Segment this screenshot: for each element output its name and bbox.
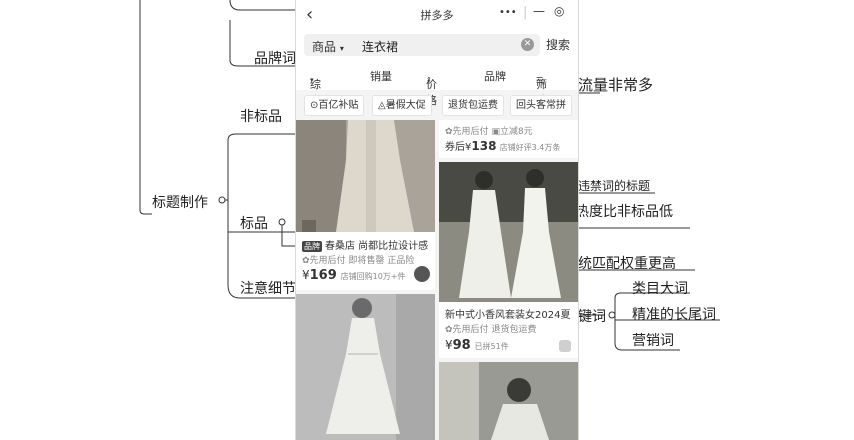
shop-avatar[interactable]: [414, 266, 430, 282]
product-title-text: 春桑店 尚都比拉设计感: [325, 241, 429, 252]
check-icon: ✿: [302, 256, 310, 266]
chip-subsidy-label: 百亿补贴: [318, 100, 359, 111]
sales-count: 已拼51件: [474, 342, 509, 351]
chip-free-return[interactable]: 退货包运费: [442, 95, 504, 116]
service-2: 退货包运费: [491, 325, 537, 335]
title-making-node: 标题制作: [152, 195, 208, 211]
product-price: ¥169 店铺回购10万+件: [302, 268, 406, 283]
service-3: 正品险: [387, 256, 415, 266]
title-bar: ‹ 拼多多 ••• | — ◎: [296, 0, 578, 30]
details-node: 注意细节: [240, 281, 296, 297]
product-title: 品牌 春桑店 尚都比拉设计感: [302, 237, 428, 252]
search-category-label: 商品: [312, 40, 337, 54]
service-1: 先用后付: [309, 256, 346, 266]
search-button[interactable]: 搜索: [546, 36, 570, 53]
filter-brand[interactable]: 品牌: [484, 68, 506, 84]
caret-down-icon: ▾: [339, 44, 344, 53]
chip-summer-sale-label: 暑假大促: [385, 100, 426, 111]
long-tail-words-node: 精准的长尾词: [632, 307, 716, 323]
product-services: ✿先用后付 ▣立减8元: [445, 124, 533, 137]
product-card-right-2[interactable]: 新中式小香风套装女2024夏 ✿先用后付 退货包运费 ¥98 已拼51件: [439, 162, 578, 358]
heat-note: 热度比非标品低: [575, 204, 673, 220]
marketing-words-node: 营销词: [632, 333, 674, 349]
caret-down-icon: ▾: [310, 76, 314, 84]
minimize-icon[interactable]: —: [533, 4, 545, 18]
search-row: 商品 ▾ 连衣裙 ✕ 搜索: [296, 30, 578, 60]
close-icon[interactable]: ◎: [554, 4, 564, 18]
service-2: 即将售罄: [348, 256, 385, 266]
product-services: ✿先用后付 退货包运费: [445, 322, 536, 335]
product-card-left-2[interactable]: [296, 294, 435, 440]
flame-icon: ◬: [378, 100, 386, 111]
check-icon: ✿: [445, 325, 453, 335]
non-standard-node: 非标品: [240, 109, 282, 125]
service-1: 先用后付: [452, 127, 489, 137]
chip-subsidy[interactable]: ⊙百亿补贴: [304, 95, 365, 116]
menu-icon: ☰: [536, 76, 544, 85]
product-price: ¥98 已拼51件: [445, 338, 509, 353]
brand-tag: 品牌: [302, 241, 322, 252]
traffic-note: 流量非常多: [578, 76, 654, 94]
standard-node: 标品: [240, 216, 268, 232]
sales-count: 店铺好评3.4万条: [499, 143, 561, 152]
check-icon: ✿: [445, 127, 453, 137]
sort-icon: ⇕: [426, 76, 432, 84]
dress-photo: [439, 162, 578, 302]
product-image: [296, 120, 435, 232]
filter-sales[interactable]: 销量: [370, 68, 392, 84]
promo-chips: ⊙百亿补贴 ◬暑假大促 退货包运费 回头客常拼: [296, 92, 578, 118]
price-value: 169: [309, 268, 337, 283]
chip-summer-sale[interactable]: ◬暑假大促: [372, 95, 432, 116]
brand-words-node: 品牌词: [254, 51, 296, 67]
coupon-icon: ▣: [491, 127, 500, 137]
search-query: 连衣裙: [362, 40, 399, 54]
dress-photo: [296, 120, 435, 232]
price-value: 98: [452, 338, 471, 353]
clear-icon[interactable]: ✕: [521, 38, 534, 51]
capsule-menu: ••• | — ◎: [499, 4, 569, 24]
coupon-label: 券后: [445, 142, 465, 153]
sales-count: 店铺回购10万+件: [340, 272, 406, 281]
chip-repeat-buyers[interactable]: 回头客常拼: [510, 95, 572, 116]
service-1: 先用后付: [452, 325, 489, 335]
dress-photo: [296, 294, 435, 440]
keywords-node: 键词: [578, 309, 606, 325]
product-services: ✿先用后付 即将售罄 正品险: [302, 253, 414, 266]
chat-icon[interactable]: [559, 340, 571, 352]
category-words-node: 类目大词: [632, 281, 688, 297]
search-category-select[interactable]: 商品 ▾: [312, 38, 344, 55]
product-card-left-1[interactable]: 品牌 春桑店 尚都比拉设计感 ✿先用后付 即将售罄 正品险 ¥169 店铺回购10…: [296, 120, 435, 290]
price-value: 138: [471, 139, 497, 153]
search-input[interactable]: 商品 ▾ 连衣裙 ✕: [304, 34, 540, 56]
service-2: 立减8元: [499, 127, 533, 137]
currency: ¥: [302, 268, 310, 282]
filter-bar: 综合▾ 销量 价格⇕ 品牌 筛选 ☰: [296, 60, 578, 107]
forbidden-words-note: 违禁词的标题: [578, 179, 651, 193]
product-card-right-1[interactable]: ✿先用后付 ▣立减8元 券后¥138 店铺好评3.4万条: [439, 120, 578, 158]
pinduoduo-window: ‹ 拼多多 ••• | — ◎ 商品 ▾ 连衣裙 ✕ 搜索 综合▾ 销量 价格⇕…: [295, 0, 579, 440]
product-price: 券后¥138 店铺好评3.4万条: [445, 138, 560, 153]
currency: ¥: [445, 338, 453, 352]
product-title: 新中式小香风套装女2024夏: [445, 310, 571, 321]
capsule-divider: |: [523, 5, 528, 20]
matching-note: 统匹配权重更高: [578, 256, 676, 272]
more-icon[interactable]: •••: [499, 7, 517, 18]
dress-photo: [439, 362, 578, 440]
product-card-right-3[interactable]: [439, 362, 578, 440]
